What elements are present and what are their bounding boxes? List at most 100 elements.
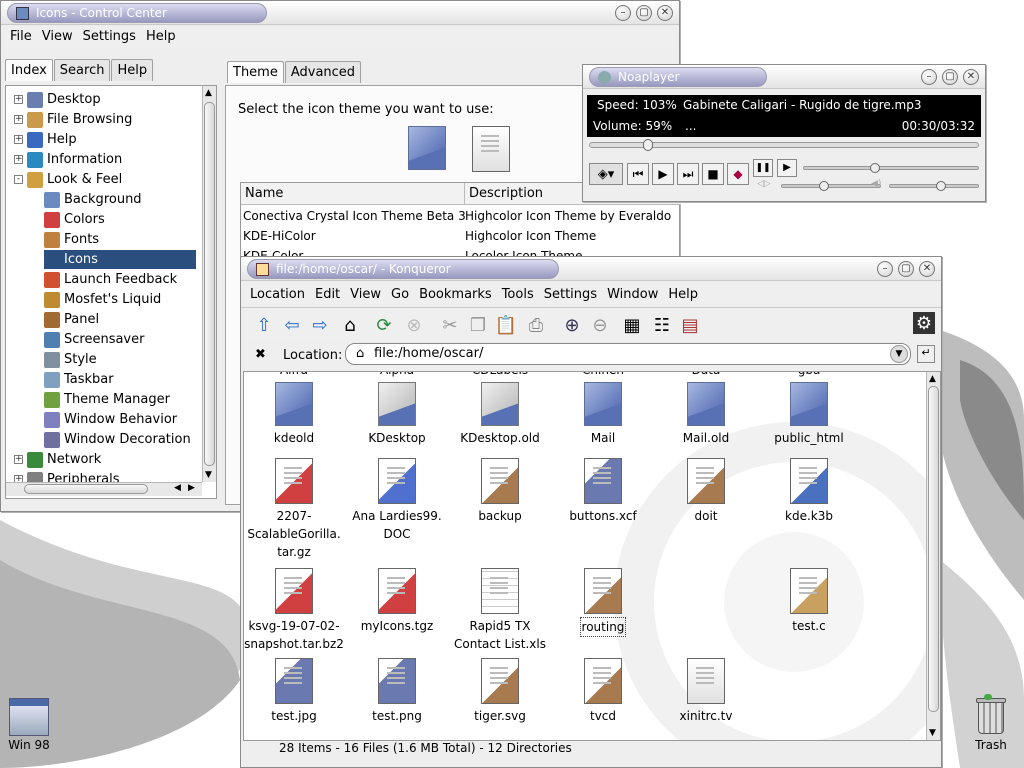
tree-hscrollbar[interactable]: ◀ ▶ (6, 482, 202, 496)
tab-help[interactable]: Help (111, 59, 154, 81)
maximize-button[interactable]: ▢ (636, 5, 652, 21)
file-item[interactable]: kdeold (244, 382, 344, 447)
scroll-right-icon[interactable]: ▶ (188, 483, 195, 493)
tree-item-panel[interactable]: Panel (44, 310, 196, 329)
dropdown-chevron-icon[interactable]: ▼ (890, 345, 908, 363)
volume-slider[interactable] (889, 181, 979, 191)
menu-location[interactable]: Location (245, 284, 310, 306)
file-label-partial[interactable]: gba (759, 372, 859, 377)
menu-tools[interactable]: Tools (497, 284, 539, 306)
print-icon[interactable]: ⎙ (523, 312, 549, 338)
scroll-down-icon[interactable]: ▼ (205, 470, 212, 480)
file-item[interactable]: test.png (347, 658, 447, 725)
file-label-partial[interactable]: Alpha (347, 372, 447, 377)
copy-icon[interactable]: ❐ (465, 312, 491, 338)
file-item[interactable]: backup (450, 458, 550, 525)
file-item[interactable]: Mail (553, 382, 653, 447)
zoom-in-icon[interactable]: ⊕ (559, 312, 585, 338)
collapse-icon[interactable]: - (14, 175, 23, 184)
file-item[interactable]: routing (553, 568, 653, 637)
tree-item-launch-feedback[interactable]: Launch Feedback (44, 270, 196, 289)
tree-item-window-decoration[interactable]: Window Decoration (44, 430, 196, 449)
file-item[interactable]: xinitrc.tv (656, 658, 756, 725)
tree-item-network[interactable]: + Network (14, 450, 101, 469)
firewall-icon[interactable]: ▤ (677, 312, 703, 338)
maximize-button[interactable]: ▢ (942, 69, 958, 85)
file-label-partial[interactable]: CDLabels (450, 372, 550, 377)
balance-slider[interactable] (781, 181, 881, 191)
theme-name-cell[interactable]: Conectiva Crystal Icon Theme Beta 3.7 (243, 209, 465, 223)
menu-bookmarks[interactable]: Bookmarks (414, 284, 497, 306)
tree-item-look-feel[interactable]: - Look & Feel (14, 170, 122, 189)
play-button[interactable]: ▶ (652, 163, 674, 185)
expand-icon[interactable]: + (14, 115, 23, 124)
minimize-button[interactable]: – (615, 5, 631, 21)
file-label-partial[interactable]: Chinen (553, 372, 653, 377)
play-small-button[interactable]: ▶ (777, 159, 797, 177)
volume-handle[interactable] (936, 181, 947, 191)
balance-handle[interactable] (818, 181, 829, 191)
close-button[interactable]: ✕ (657, 5, 673, 21)
desktop-icon-win98[interactable]: Win 98 (4, 698, 54, 752)
expand-icon[interactable]: + (14, 455, 23, 464)
file-item[interactable]: Rapid5 TX Contact List.xls (450, 568, 550, 653)
expand-icon[interactable]: + (14, 155, 23, 164)
location-input[interactable]: ⌂ file:/home/oscar/ ▼ (345, 343, 911, 365)
gear-icon[interactable]: ⚙ (913, 312, 935, 334)
tree-item-mosfet-s-liquid[interactable]: Mosfet's Liquid (44, 290, 196, 309)
file-item[interactable]: KDesktop (347, 382, 447, 447)
speed-handle[interactable] (869, 163, 880, 173)
seek-slider[interactable] (589, 139, 979, 151)
maximize-button[interactable]: ▢ (898, 261, 914, 277)
column-header-name[interactable]: Name (241, 183, 465, 205)
hscroll-thumb[interactable] (24, 484, 148, 494)
minimize-button[interactable]: – (877, 261, 893, 277)
speed-slider[interactable] (803, 163, 979, 173)
back-icon[interactable]: ⇦ (279, 312, 305, 338)
menu-view[interactable]: View (345, 284, 386, 306)
tree-item-file-browsing[interactable]: + File Browsing (14, 110, 132, 129)
scroll-left-icon[interactable]: ◀ (174, 483, 181, 493)
file-item[interactable]: doit (656, 458, 756, 525)
previous-button[interactable]: ⏮ (627, 163, 649, 185)
next-button[interactable]: ⏭ (677, 163, 699, 185)
menu-settings[interactable]: Settings (78, 26, 141, 48)
scroll-up-icon[interactable]: ▲ (929, 374, 936, 384)
expand-icon[interactable]: + (14, 135, 23, 144)
file-item[interactable]: public_html (759, 382, 859, 447)
tree-item-window-behavior[interactable]: Window Behavior (44, 410, 196, 429)
file-item[interactable]: tvcd (553, 658, 653, 725)
file-item[interactable]: Mail.old (656, 382, 756, 447)
menu-go[interactable]: Go (386, 284, 414, 306)
stop-icon[interactable]: ⊗ (401, 312, 427, 338)
close-button[interactable]: ✕ (963, 69, 979, 85)
file-view-scrollbar[interactable]: ▲ ▼ (926, 372, 940, 740)
file-item[interactable]: ksvg-19-07-02- snapshot.tar.bz2 (244, 568, 344, 653)
desktop-icon-trash[interactable]: Trash (966, 694, 1016, 752)
scroll-down-icon[interactable]: ▼ (929, 728, 936, 738)
titlebar[interactable]: file:/home/oscar/ - Konqueror – ▢ ✕ (241, 257, 941, 281)
file-label-partial[interactable]: Data (656, 372, 756, 377)
file-item[interactable]: myIcons.tgz (347, 568, 447, 635)
theme-description-cell[interactable]: Highcolor Icon Theme (465, 229, 679, 243)
playlist-button[interactable]: ◆ (727, 163, 749, 185)
tree-item-icons[interactable]: Icons (44, 250, 196, 269)
scroll-thumb[interactable] (928, 386, 939, 712)
tree-item-fonts[interactable]: Fonts (44, 230, 196, 249)
menu-window[interactable]: Window (602, 284, 663, 306)
stop-button[interactable]: ■ (702, 163, 724, 185)
go-icon[interactable]: ↵ (917, 345, 935, 363)
file-item[interactable]: test.c (759, 568, 859, 635)
menu-file[interactable]: File (5, 26, 37, 48)
file-item[interactable]: buttons.xcf (553, 458, 653, 525)
scroll-thumb[interactable] (204, 102, 215, 466)
titlebar[interactable]: Icons - Control Center – ▢ ✕ (1, 1, 679, 25)
reload-icon[interactable]: ⟳ (371, 312, 397, 338)
scroll-up-icon[interactable]: ▲ (205, 88, 212, 98)
tree-item-colors[interactable]: Colors (44, 210, 196, 229)
tab-index[interactable]: Index (5, 59, 53, 81)
tree-item-theme-manager[interactable]: Theme Manager (44, 390, 196, 409)
tree-item-taskbar[interactable]: Taskbar (44, 370, 196, 389)
menu-edit[interactable]: Edit (310, 284, 345, 306)
tab-theme[interactable]: Theme (227, 61, 284, 83)
